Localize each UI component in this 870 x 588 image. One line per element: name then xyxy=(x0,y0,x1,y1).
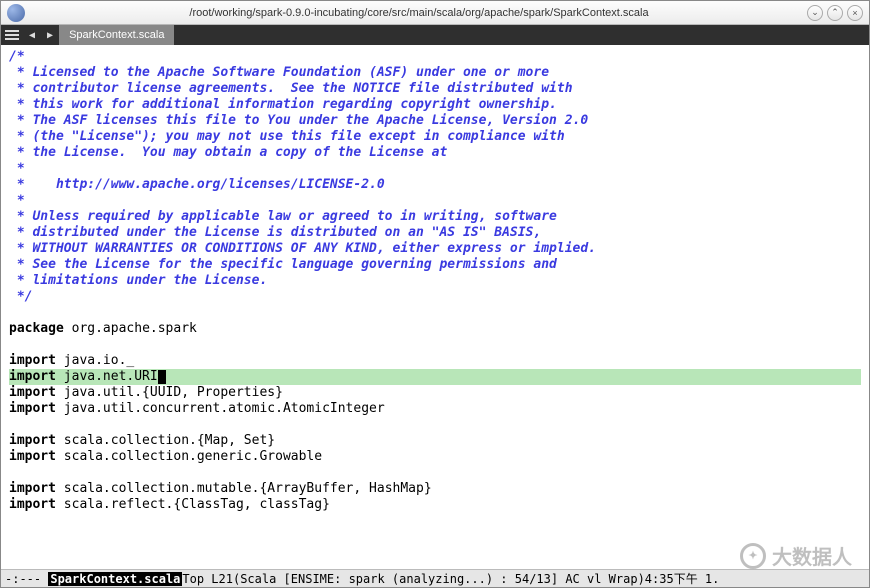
status-bar: -:--- SparkContext.scala Top L21 (Scala … xyxy=(1,569,869,587)
menu-button[interactable] xyxy=(1,25,23,45)
code-line[interactable]: * distributed under the License is distr… xyxy=(9,225,861,241)
code-line[interactable]: import java.util.{UUID, Properties} xyxy=(9,385,861,401)
editor-window: /root/working/spark-0.9.0-incubating/cor… xyxy=(0,0,870,588)
close-button[interactable]: × xyxy=(847,5,863,21)
code-line[interactable]: * Unless required by applicable law or a… xyxy=(9,209,861,225)
code-line[interactable]: import scala.collection.{Map, Set} xyxy=(9,433,861,449)
status-mode: (Scala [ENSIME: spark (analyzing...) : 5… xyxy=(233,572,645,586)
code-line[interactable]: * xyxy=(9,193,861,209)
code-line[interactable]: package org.apache.spark xyxy=(9,321,861,337)
code-line[interactable]: * limitations under the License. xyxy=(9,273,861,289)
code-line[interactable]: * this work for additional information r… xyxy=(9,97,861,113)
hamburger-icon xyxy=(5,30,19,40)
status-flags: -:--- xyxy=(5,572,41,586)
code-line[interactable]: * The ASF licenses this file to You unde… xyxy=(9,113,861,129)
status-time: 4:35下午 1. xyxy=(645,570,720,587)
code-line[interactable]: import scala.reflect.{ClassTag, classTag… xyxy=(9,497,861,513)
code-line[interactable]: * http://www.apache.org/licenses/LICENSE… xyxy=(9,177,861,193)
code-line[interactable]: * the License. You may obtain a copy of … xyxy=(9,145,861,161)
nav-forward-button[interactable]: ▶ xyxy=(41,25,59,45)
code-line[interactable]: * contributor license agreements. See th… xyxy=(9,81,861,97)
code-line[interactable] xyxy=(9,417,861,433)
title-bar[interactable]: /root/working/spark-0.9.0-incubating/cor… xyxy=(1,1,869,25)
window-controls: ⌄ ⌃ × xyxy=(807,5,869,21)
nav-back-button[interactable]: ◀ xyxy=(23,25,41,45)
code-line[interactable]: * Licensed to the Apache Software Founda… xyxy=(9,65,861,81)
arrow-left-icon: ◀ xyxy=(27,30,37,41)
code-line[interactable]: import scala.collection.mutable.{ArrayBu… xyxy=(9,481,861,497)
code-line[interactable] xyxy=(9,465,861,481)
code-line[interactable]: */ xyxy=(9,289,861,305)
code-line[interactable]: /* xyxy=(9,49,861,65)
code-line[interactable]: import java.io._ xyxy=(9,353,861,369)
code-line[interactable] xyxy=(9,337,861,353)
code-line[interactable]: * (the "License"); you may not use this … xyxy=(9,129,861,145)
code-line[interactable]: * xyxy=(9,161,861,177)
code-line[interactable]: * See the License for the specific langu… xyxy=(9,257,861,273)
code-line[interactable]: import scala.collection.generic.Growable xyxy=(9,449,861,465)
text-cursor xyxy=(158,370,166,384)
window-title: /root/working/spark-0.9.0-incubating/cor… xyxy=(31,7,807,19)
code-line[interactable]: import java.util.concurrent.atomic.Atomi… xyxy=(9,401,861,417)
tab-sparkcontext[interactable]: SparkContext.scala xyxy=(59,25,174,45)
arrow-right-icon: ▶ xyxy=(45,30,55,41)
maximize-button[interactable]: ⌃ xyxy=(827,5,843,21)
status-position: Top L21 xyxy=(182,572,233,586)
code-editor[interactable]: /* * Licensed to the Apache Software Fou… xyxy=(1,45,869,569)
tab-bar: ◀ ▶ SparkContext.scala xyxy=(1,25,869,45)
app-icon xyxy=(7,4,25,22)
status-buffer-name: SparkContext.scala xyxy=(48,572,182,586)
code-line[interactable]: * WITHOUT WARRANTIES OR CONDITIONS OF AN… xyxy=(9,241,861,257)
minimize-button[interactable]: ⌄ xyxy=(807,5,823,21)
code-line[interactable]: import java.net.URI xyxy=(9,369,861,385)
code-line[interactable] xyxy=(9,305,861,321)
